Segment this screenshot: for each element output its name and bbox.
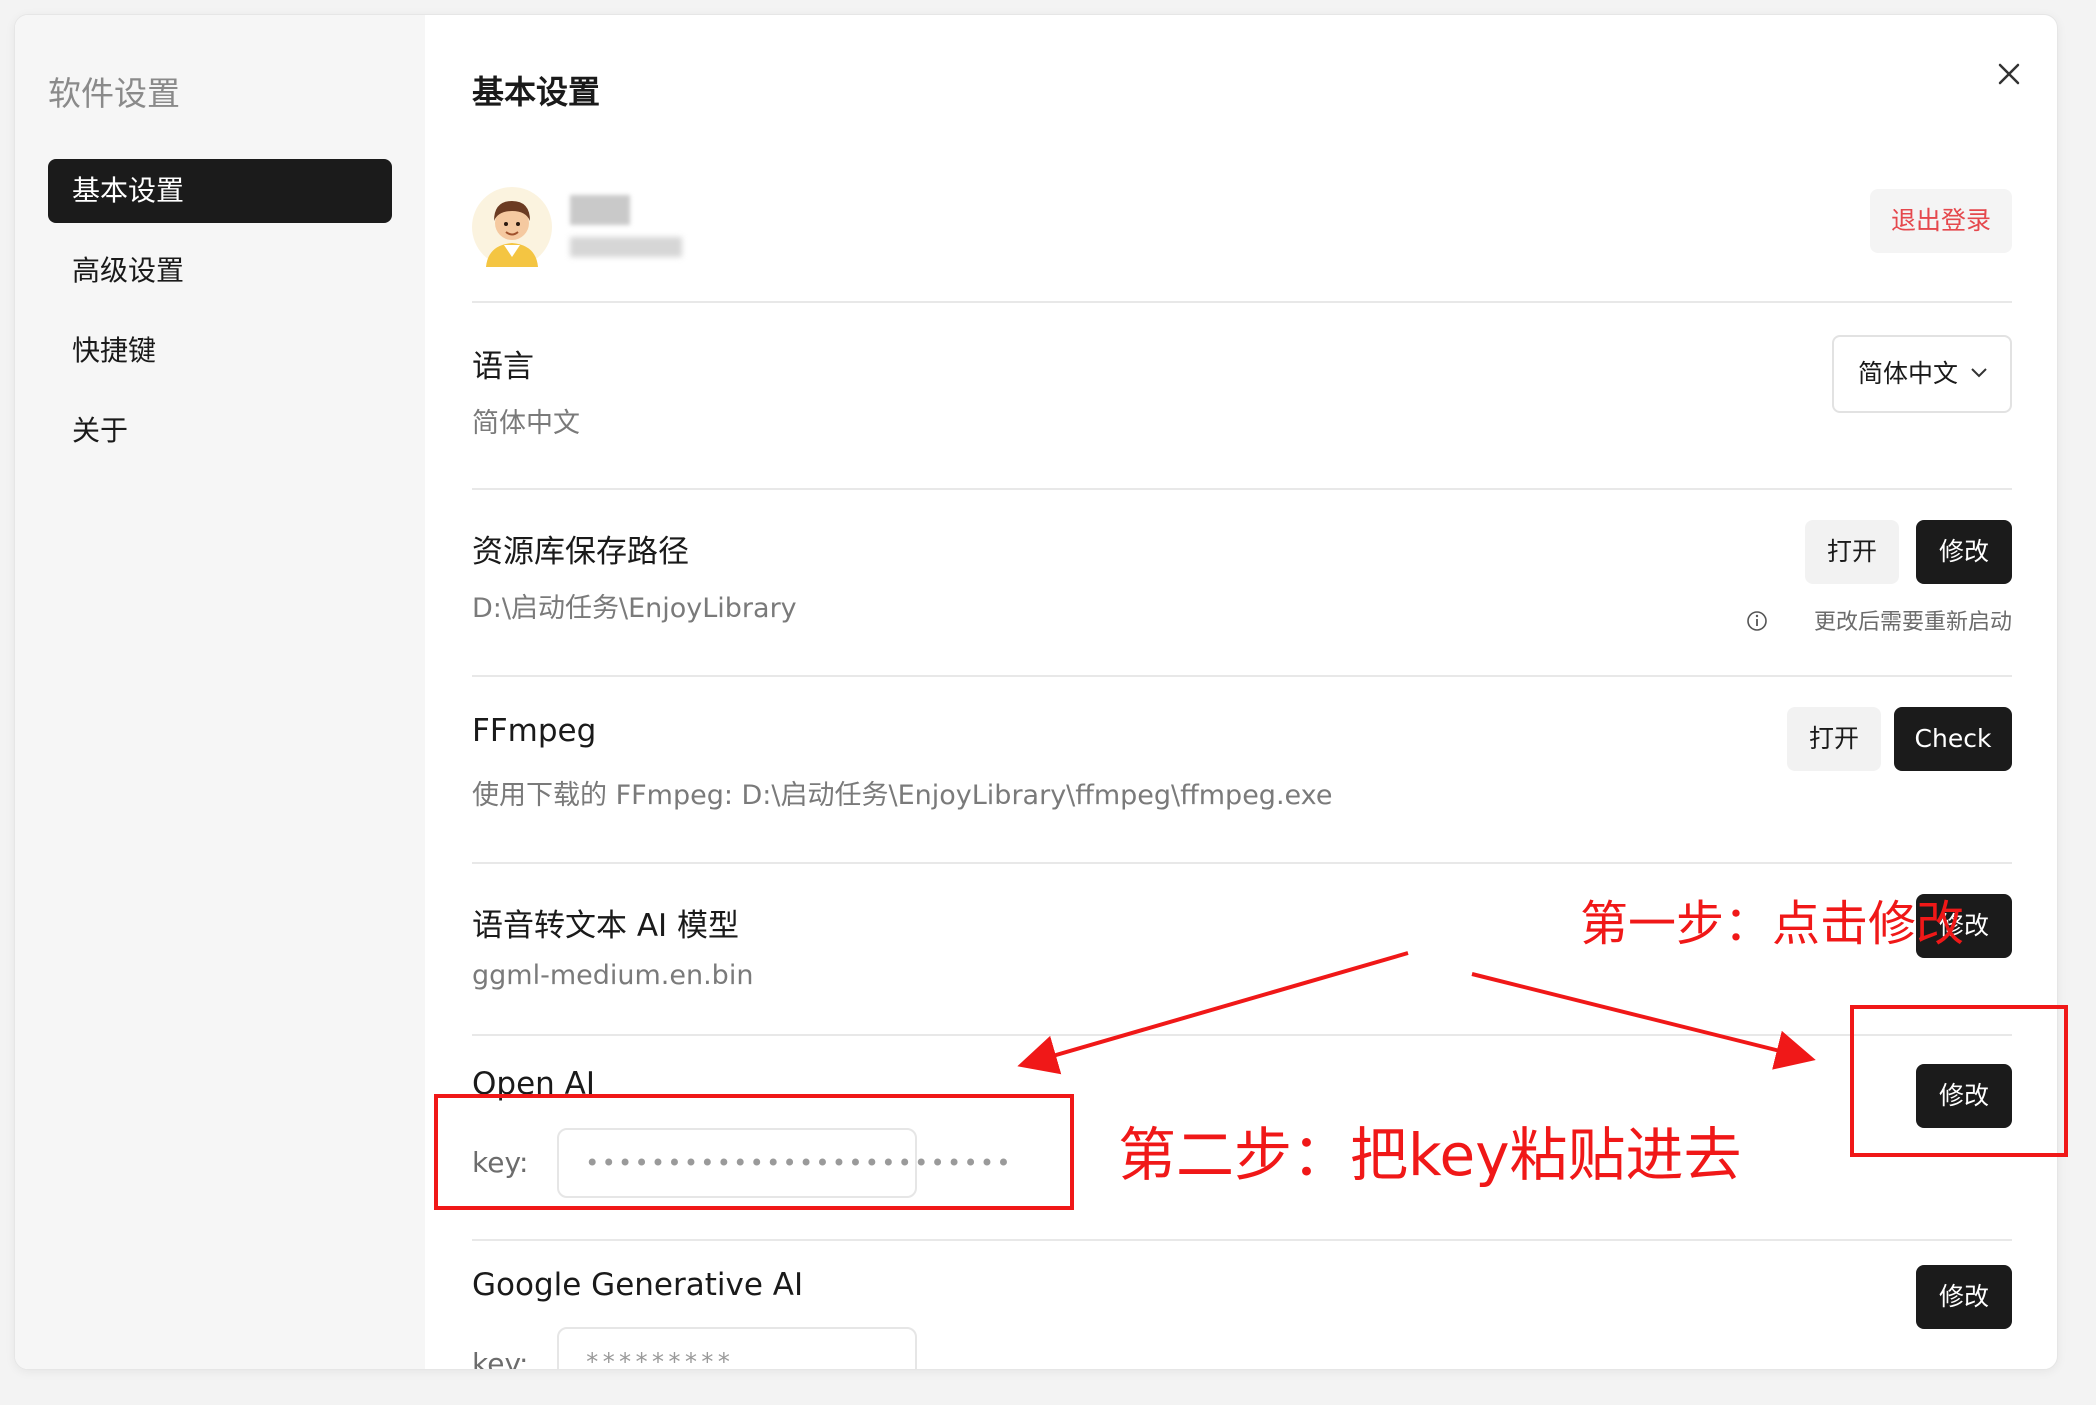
- arrow-to-key: [1017, 951, 1409, 1075]
- arrow-to-modify: [1471, 972, 1816, 1070]
- annotation-arrows: [1017, 951, 1816, 1075]
